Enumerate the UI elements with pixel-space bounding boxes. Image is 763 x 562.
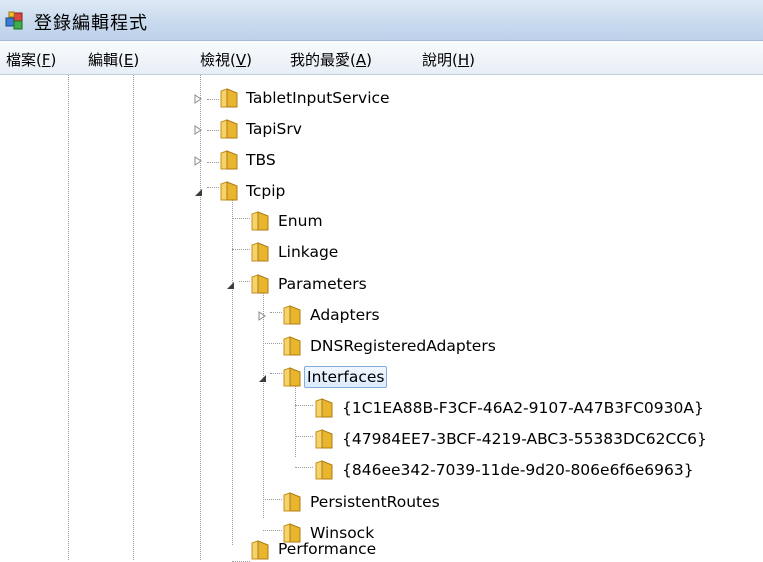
tree-guide-line <box>68 75 69 560</box>
chevron-right-icon[interactable] <box>256 310 268 322</box>
tree-node-label[interactable]: TapiSrv <box>243 118 305 140</box>
menu-view[interactable]: 檢視(V) <box>200 49 252 70</box>
chevron-right-icon[interactable] <box>192 93 204 105</box>
folder-icon <box>251 540 269 560</box>
tree-guide-line <box>200 75 201 560</box>
menu-bar: 檔案(F) 編輯(E) 檢視(V) 我的最愛(A) 說明(H) <box>0 41 763 75</box>
tree-node-label[interactable]: DNSRegisteredAdapters <box>307 335 499 357</box>
tree-node-label-selected[interactable]: Interfaces <box>304 366 388 388</box>
tree-guide-line <box>133 75 134 560</box>
tree-node-label[interactable]: TBS <box>243 149 279 171</box>
regedit-app-icon <box>5 11 23 30</box>
folder-icon <box>251 242 269 262</box>
tree-connector <box>263 499 282 500</box>
tree-connector <box>295 405 313 406</box>
tree-guide-line <box>295 385 296 457</box>
expanded-arrow-icon[interactable] <box>256 372 268 384</box>
chevron-right-icon[interactable] <box>192 124 204 136</box>
tree-connector <box>295 467 313 468</box>
folder-icon <box>220 150 238 170</box>
folder-icon <box>315 429 333 449</box>
tree-node-label[interactable]: Linkage <box>275 241 341 263</box>
tree-node-label[interactable]: Tcpip <box>243 180 288 202</box>
tree-node-label[interactable]: PersistentRoutes <box>307 491 443 513</box>
folder-icon <box>251 274 269 294</box>
tree-connector <box>232 218 250 219</box>
tree-connector <box>295 436 313 437</box>
chevron-right-icon[interactable] <box>192 155 204 167</box>
tree-node-label[interactable]: {47984EE7-3BCF-4219-ABC3-55383DC62CC6} <box>339 428 710 450</box>
folder-icon <box>283 492 301 512</box>
title-bar: 登錄編輯程式 <box>0 0 763 41</box>
folder-icon <box>220 181 238 201</box>
expanded-arrow-icon[interactable] <box>224 279 236 291</box>
folder-icon <box>283 305 301 325</box>
folder-icon <box>315 460 333 480</box>
menu-edit[interactable]: 編輯(E) <box>88 49 139 70</box>
tree-node-label[interactable]: Enum <box>275 210 326 232</box>
folder-icon <box>315 398 333 418</box>
tree-node-label[interactable]: {1C1EA88B-F3CF-46A2-9107-A47B3FC0930A} <box>339 397 707 419</box>
window-title: 登錄編輯程式 <box>34 13 148 34</box>
tree-guide-line <box>263 291 264 518</box>
tree-connector <box>263 530 282 531</box>
menu-file[interactable]: 檔案(F) <box>6 49 56 70</box>
folder-icon <box>220 88 238 108</box>
tree-node-label[interactable]: Parameters <box>275 273 370 295</box>
tree-node-label[interactable]: Adapters <box>307 304 383 326</box>
menu-help[interactable]: 說明(H) <box>422 49 475 70</box>
tree-connector <box>232 249 250 250</box>
menu-favorites[interactable]: 我的最愛(A) <box>290 49 372 70</box>
expanded-arrow-icon[interactable] <box>192 186 204 198</box>
tree-node-label[interactable]: {846ee342-7039-11de-9d20-806e6f6e6963} <box>339 459 697 481</box>
tree-node-label[interactable]: Performance <box>275 538 379 560</box>
registry-tree[interactable]: TabletInputService TapiSrv TBS Tcpip Enu… <box>0 75 763 562</box>
folder-open-icon <box>283 367 301 387</box>
folder-icon <box>283 336 301 356</box>
tree-connector <box>263 343 282 344</box>
folder-icon <box>220 119 238 139</box>
folder-icon <box>251 211 269 231</box>
tree-node-label[interactable]: TabletInputService <box>243 87 393 109</box>
